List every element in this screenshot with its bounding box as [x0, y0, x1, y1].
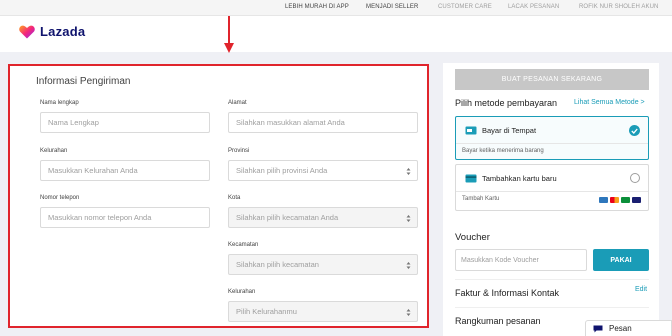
payment-option-cod[interactable]: Bayar di Tempat Bayar ketika menerima ba…: [455, 116, 649, 160]
chat-label: Pesan: [609, 324, 632, 333]
section-divider: [455, 279, 649, 280]
village-select-value: Pilih Kelurahanmu: [236, 307, 297, 316]
lazada-heart-icon: [19, 25, 35, 38]
site-header: Lazada: [0, 16, 672, 52]
payment-option-name: Tambahkan kartu baru: [482, 174, 557, 183]
phone-input[interactable]: Masukkan nomor telepon Anda: [40, 207, 210, 228]
card-brand-logos: [599, 197, 641, 203]
see-all-methods-link[interactable]: Lihat Semua Metode >: [574, 99, 645, 106]
full-name-label: Nama lengkap: [40, 100, 79, 106]
credit-card-icon: [465, 174, 477, 183]
payment-method-title: Pilih metode pembayaran: [455, 98, 558, 108]
select-caret-icon: [406, 215, 411, 222]
select-caret-icon: [406, 262, 411, 269]
select-caret-icon: [406, 168, 411, 175]
shipping-section-title: Informasi Pengiriman: [36, 76, 131, 87]
topbar-link-seller[interactable]: MENJADI SELLER: [366, 4, 418, 10]
shipping-info-panel: Informasi Pengiriman Nama lengkap Nama L…: [8, 64, 429, 328]
radio-icon[interactable]: [630, 173, 640, 183]
option-divider: [456, 191, 648, 192]
lazada-logo[interactable]: Lazada: [19, 24, 85, 39]
address-label: Alamat: [228, 100, 247, 106]
payment-option-desc: Bayar ketika menerima barang: [462, 148, 544, 154]
city-label: Kota: [228, 195, 241, 201]
invoice-edit-link[interactable]: Edit: [635, 286, 647, 293]
city-select[interactable]: Silahkan pilih kecamatan Anda: [228, 207, 418, 228]
amex-icon: [599, 197, 608, 203]
place-order-button[interactable]: BUAT PESANAN SEKARANG: [455, 69, 649, 90]
payment-option-new-card[interactable]: Tambahkan kartu baru Tambah Kartu: [455, 164, 649, 211]
chat-bubble-icon: [593, 325, 603, 332]
voucher-title: Voucher: [455, 232, 490, 243]
province-select-value: Silahkan pilih provinsi Anda: [236, 166, 328, 175]
district-select-value: Silahkan pilih kecamatan: [236, 260, 319, 269]
payment-option-name: Bayar di Tempat: [482, 126, 537, 135]
top-utility-bar: LEBIH MURAH DI APP MENJADI SELLER CUSTOM…: [0, 0, 672, 16]
select-caret-icon: [406, 309, 411, 316]
village-select[interactable]: Pilih Kelurahanmu: [228, 301, 418, 322]
address-input[interactable]: Silahkan masukkan alamat Anda: [228, 112, 418, 133]
jcb-icon: [621, 197, 630, 203]
topbar-link-app[interactable]: LEBIH MURAH DI APP: [285, 4, 349, 10]
section-divider: [455, 307, 649, 308]
order-summary-title: Rangkuman pesanan: [455, 316, 541, 326]
brand-name: Lazada: [40, 24, 86, 39]
invoice-contact-title: Faktur & Informasi Kontak: [455, 288, 560, 298]
topbar-link-account[interactable]: ROFIK NUR SHOLEH AKUN: [579, 4, 658, 10]
village-select-label: Kelurahan: [228, 289, 256, 295]
city-select-value: Silahkan pilih kecamatan Anda: [236, 213, 339, 222]
payment-option-desc: Tambah Kartu: [462, 196, 500, 202]
phone-label: Nomor telepon: [40, 195, 80, 201]
village-label: Kelurahan: [40, 148, 68, 154]
district-select[interactable]: Silahkan pilih kecamatan: [228, 254, 418, 275]
cash-card-icon: [465, 126, 477, 135]
topbar-link-track-order[interactable]: LACAK PESANAN: [508, 4, 559, 10]
apply-voucher-button[interactable]: PAKAI: [593, 249, 649, 271]
checkout-sidebar: BUAT PESANAN SEKARANG Pilih metode pemba…: [443, 63, 659, 336]
topbar-link-customer-care[interactable]: CUSTOMER CARE: [438, 4, 492, 10]
visa-icon: [632, 197, 641, 203]
mastercard-icon: [610, 197, 619, 203]
village-input[interactable]: Masukkan Kelurahan Anda: [40, 160, 210, 181]
province-select[interactable]: Silahkan pilih provinsi Anda: [228, 160, 418, 181]
red-down-arrow-icon: [224, 16, 234, 53]
option-divider: [456, 143, 648, 144]
full-name-input[interactable]: Nama Lengkap: [40, 112, 210, 133]
province-label: Provinsi: [228, 148, 250, 154]
district-label: Kecamatan: [228, 242, 259, 248]
selected-check-icon: [629, 125, 640, 136]
chat-button[interactable]: Pesan: [585, 320, 672, 336]
voucher-code-input[interactable]: Masukkan Kode Voucher: [455, 249, 587, 271]
